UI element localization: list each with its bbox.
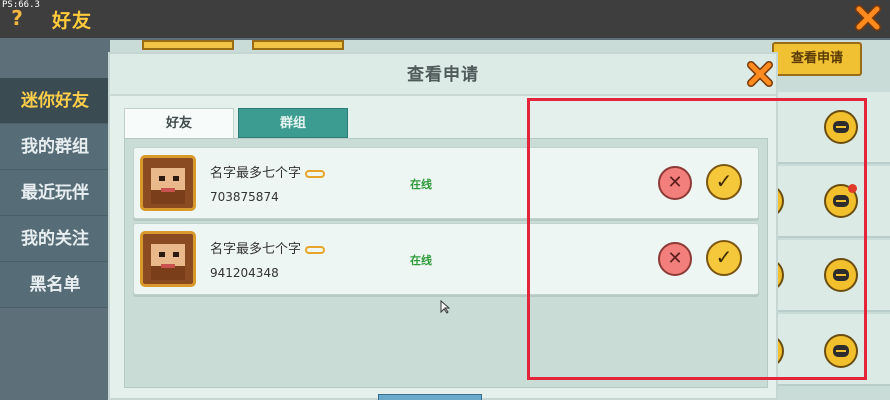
avatar-eye	[159, 176, 165, 181]
avatar-eye	[173, 252, 179, 257]
bg-tab	[142, 40, 234, 50]
sidebar-item-recent-players[interactable]: 最近玩伴	[0, 170, 110, 216]
player-name-line: 名字最多七个字	[210, 162, 326, 181]
view-requests-button[interactable]: 查看申请	[772, 42, 862, 76]
player-name: 名字最多七个字	[210, 166, 302, 181]
help-icon[interactable]: ?	[6, 6, 28, 30]
avatar-beard	[151, 190, 185, 204]
tab-friends[interactable]: 好友	[124, 108, 234, 138]
top-bar: PS:66.3 ? 好友	[0, 0, 890, 38]
avatar-beard	[151, 266, 185, 280]
glasses-icon	[305, 245, 326, 254]
avatar[interactable]	[140, 155, 196, 211]
avatar-eye	[173, 176, 179, 181]
glasses-icon	[305, 169, 326, 178]
sidebar-item-blacklist[interactable]: 黑名单	[0, 262, 110, 308]
online-status: 在线	[410, 178, 432, 191]
close-icon[interactable]	[854, 4, 882, 32]
online-status: 在线	[410, 254, 432, 267]
player-id: 703875874	[210, 190, 279, 204]
player-id: 941204348	[210, 266, 279, 280]
close-icon[interactable]	[746, 60, 774, 88]
avatar-mouth	[161, 188, 175, 192]
sidebar: 迷你好友 我的群组 最近玩伴 我的关注 黑名单	[0, 78, 110, 308]
page-title: 好友	[52, 10, 93, 32]
player-name: 名字最多七个字	[210, 242, 302, 257]
avatar-mouth	[161, 264, 175, 268]
player-name-line: 名字最多七个字	[210, 238, 326, 257]
avatar[interactable]	[140, 231, 196, 287]
tab-groups[interactable]: 群组	[238, 108, 348, 138]
dialog-title: 查看申请	[407, 65, 479, 85]
highlight-box	[527, 98, 867, 380]
mouse-cursor-icon	[440, 300, 450, 314]
bottom-button-edge[interactable]	[378, 394, 482, 400]
bg-tab	[252, 40, 344, 50]
dialog-header: 查看申请	[110, 54, 776, 96]
sidebar-item-following[interactable]: 我的关注	[0, 216, 110, 262]
sidebar-item-my-groups[interactable]: 我的群组	[0, 124, 110, 170]
sidebar-item-mini-friends[interactable]: 迷你好友	[0, 78, 110, 124]
avatar-eye	[159, 252, 165, 257]
